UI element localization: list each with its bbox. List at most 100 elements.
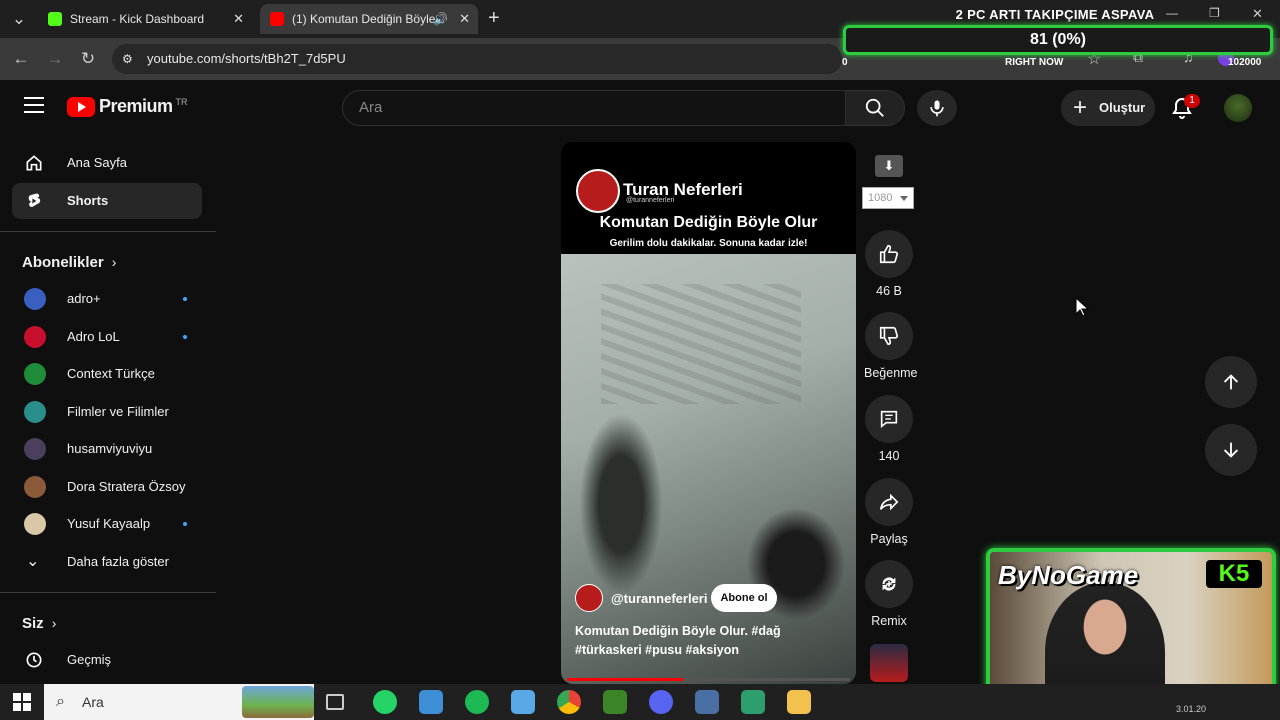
chrome-icon[interactable] [557, 690, 581, 714]
mouse-cursor-icon [1075, 297, 1089, 317]
next-short-button[interactable] [1205, 424, 1257, 476]
new-tab-button[interactable]: + [488, 7, 500, 30]
shorts-player[interactable]: Turan Neferleri @turanneferleri Komutan … [561, 142, 856, 684]
create-button[interactable]: + Oluştur [1061, 90, 1155, 126]
sidebar-item-subscription[interactable]: Yusuf Kayaalp [12, 506, 202, 542]
taskbar-search-input[interactable]: ⌕ Ara [44, 684, 314, 720]
sidebar-item-subscription[interactable]: husamviyuviyu [12, 431, 202, 467]
minimize-window-icon[interactable]: — [1166, 6, 1178, 20]
share-button[interactable]: Paylaş [864, 478, 914, 546]
sidebar-item-label: Ana Sayfa [67, 155, 127, 170]
discord-icon[interactable] [649, 690, 673, 714]
subscriptions-title: Abonelikler [22, 254, 104, 271]
sidebar-divider [0, 592, 216, 593]
comment-count: 140 [878, 449, 900, 463]
youtube-header: Premium TR Ara + Oluştur 1 [0, 80, 1280, 136]
search-highlight-image [242, 686, 314, 718]
quality-select[interactable]: 1080 [862, 187, 914, 209]
quality-value: 1080 [868, 192, 893, 204]
channel-logo-icon [576, 169, 620, 213]
sidebar-item-label: Filmler ve Filimler [67, 404, 169, 419]
kick-favicon-icon [48, 12, 62, 26]
sidebar-item-subscription[interactable]: Context Türkçe [12, 356, 202, 392]
windows-start-icon[interactable] [13, 693, 31, 711]
sidebar-item-subscription[interactable]: Dora Stratera Özsoy [12, 469, 202, 505]
speaker-icon[interactable]: 🔊 [433, 12, 448, 26]
you-heading[interactable]: Siz › [22, 615, 56, 632]
sidebar-item-history[interactable]: Geçmiş [12, 642, 202, 678]
remix-icon [882, 577, 896, 591]
show-more-button[interactable]: ⌄ Daha fazla göster [12, 544, 202, 580]
download-button[interactable]: ⬇ [875, 155, 903, 177]
url-input[interactable]: ⚙ youtube.com/shorts/tBh2T_7d5PU [112, 44, 842, 74]
sidebar-item-shorts[interactable]: Shorts [12, 183, 202, 219]
photos-icon[interactable] [511, 690, 535, 714]
logo-region: TR [175, 96, 188, 107]
spotify-icon[interactable] [465, 690, 489, 714]
close-tab-icon[interactable]: ✕ [233, 11, 244, 27]
file-app-icon[interactable] [419, 690, 443, 714]
restore-window-icon[interactable]: ❐ [1209, 6, 1220, 20]
voice-search-button[interactable] [917, 90, 957, 126]
sidebar-item-subscription[interactable]: Adro LoL [12, 319, 202, 355]
close-tab-icon[interactable]: ✕ [459, 11, 470, 27]
sound-thumbnail[interactable] [870, 644, 908, 682]
sidebar-item-home[interactable]: Ana Sayfa [12, 145, 202, 181]
tab-title: (1) Komutan Dediğin Böyle [292, 12, 436, 26]
overlay-channel-handle: @turanneferleri [626, 197, 675, 204]
remix-label: Remix [871, 614, 907, 628]
sidebar-item-label: Shorts [67, 193, 109, 208]
channel-handle: @turanneferleri [611, 590, 708, 606]
overlay-video-title: Komutan Dediğin Böyle Olur [599, 214, 818, 231]
like-count: 46 B [876, 284, 902, 298]
create-label: Oluştur [1099, 100, 1146, 115]
channel-avatar [24, 438, 46, 460]
you-title: Siz [22, 615, 44, 632]
streamer-name: ByNoGame [998, 560, 1139, 590]
account-avatar[interactable] [1224, 94, 1252, 122]
dislike-button[interactable]: Beğenme [864, 312, 918, 380]
comment-icon [880, 410, 898, 429]
video-progress-bar[interactable] [567, 678, 850, 681]
channel-avatar [575, 584, 603, 612]
tab-search-dropdown[interactable]: ⌄ [8, 8, 30, 30]
obs-icon[interactable] [741, 690, 765, 714]
channel-avatar [24, 363, 46, 385]
kick-badge: K5 [1206, 560, 1262, 588]
site-info-icon[interactable]: ⚙ [122, 44, 133, 74]
comments-button[interactable]: 140 [864, 395, 914, 463]
taskbar-search-placeholder: Ara [82, 694, 104, 710]
hamburger-menu-icon[interactable] [24, 97, 44, 113]
short-description[interactable]: Komutan Dediğin Böyle Olur. #dağ #türkas… [575, 622, 835, 660]
subscriptions-heading[interactable]: Abonelikler › [22, 254, 116, 271]
task-view-icon[interactable] [326, 694, 344, 710]
back-icon[interactable]: ← [10, 48, 32, 70]
whatsapp-icon[interactable] [373, 690, 397, 714]
sidebar-item-label: Yusuf Kayaalp [67, 516, 151, 531]
sidebar-item-label: Context Türkçe [67, 366, 155, 381]
stream-goal-min: 0 [842, 57, 848, 68]
sidebar-item-label: Geçmiş [67, 652, 112, 667]
like-button[interactable]: 46 B [864, 230, 914, 298]
game-launcher-icon[interactable] [695, 690, 719, 714]
tab-kick-dashboard[interactable]: Stream - Kick Dashboard ✕ [38, 4, 252, 34]
channel-avatar [24, 288, 46, 310]
sidebar-item-subscription[interactable]: adro+ [12, 281, 202, 317]
close-window-icon[interactable]: ✕ [1252, 6, 1263, 22]
minecraft-icon[interactable] [603, 690, 627, 714]
search-icon: ⌕ [56, 693, 65, 710]
search-input[interactable]: Ara [342, 90, 846, 126]
tab-youtube-short[interactable]: (1) Komutan Dediğin Böyle 🔊 ✕ [260, 4, 478, 34]
forward-icon[interactable]: → [44, 48, 66, 70]
short-channel-link[interactable]: @turanneferleri [575, 584, 707, 612]
file-explorer-icon[interactable] [787, 690, 811, 714]
youtube-logo[interactable]: Premium TR [67, 96, 188, 117]
previous-short-button[interactable] [1205, 356, 1257, 408]
sidebar-divider [0, 231, 216, 232]
remix-button[interactable]: Remix [864, 560, 914, 628]
reload-icon[interactable]: ↻ [77, 48, 99, 70]
search-button[interactable] [845, 90, 905, 126]
youtube-favicon-icon [270, 12, 284, 26]
subscribe-button[interactable]: Abone ol [711, 584, 777, 612]
sidebar-item-subscription[interactable]: Filmler ve Filimler [12, 394, 202, 430]
